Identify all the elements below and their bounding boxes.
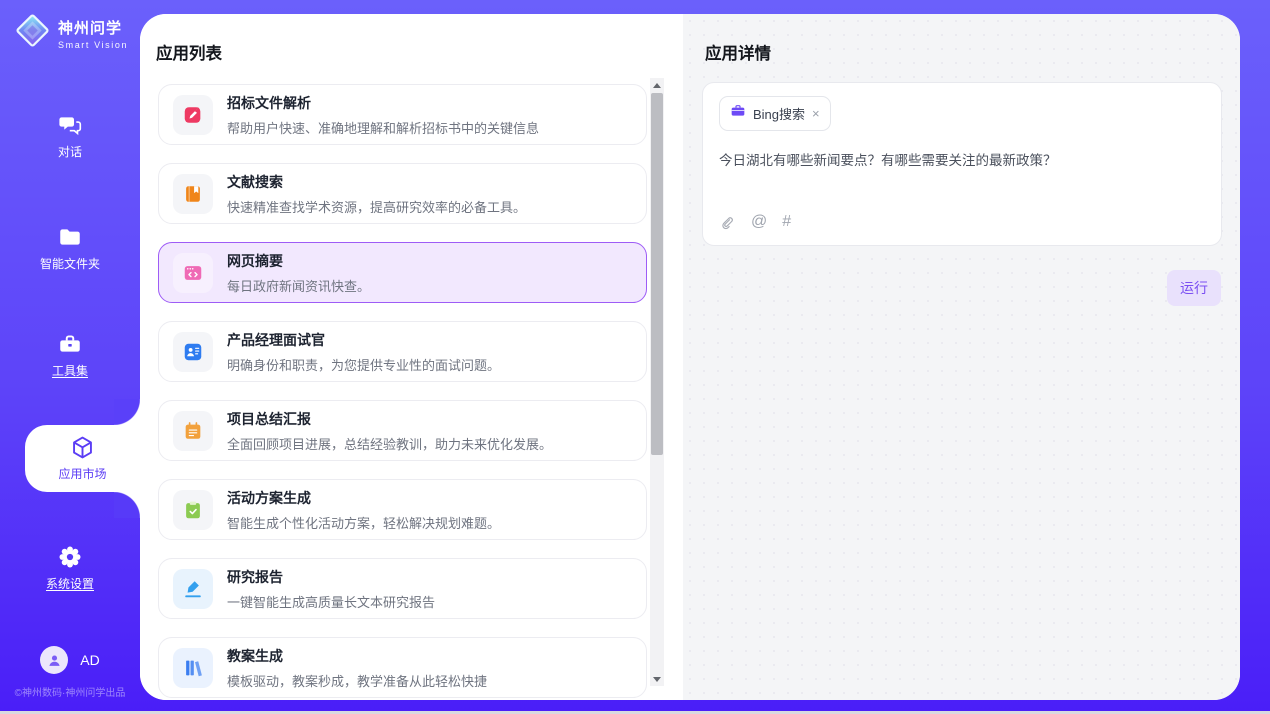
app-desc: 一键智能生成高质量长文本研究报告 xyxy=(227,592,435,611)
brand-name: 神州问学 xyxy=(58,17,128,38)
sidebar-item-label: 系统设置 xyxy=(46,577,94,591)
browser-code-icon xyxy=(173,253,213,293)
app-list-panel: 应用列表 招标文件解析帮助用户快速、准确地理解和解析招标书中的关键信息文献搜索快… xyxy=(140,14,683,700)
interview-icon xyxy=(173,332,213,372)
prompt-card: Bing搜索 × 今日湖北有哪些新闻要点？有哪些需要关注的最新政策？ @ # xyxy=(702,82,1222,246)
app-name: 产品经理面试官 xyxy=(227,330,500,350)
scrollbar-thumb[interactable] xyxy=(651,93,663,455)
app-name: 研究报告 xyxy=(227,567,435,587)
app-card[interactable]: 招标文件解析帮助用户快速、准确地理解和解析招标书中的关键信息 xyxy=(158,84,647,145)
toolbox-icon xyxy=(57,331,83,357)
books-icon xyxy=(173,648,213,688)
avatar xyxy=(40,646,68,674)
app-card[interactable]: 研究报告一键智能生成高质量长文本研究报告 xyxy=(158,558,647,619)
sidebar-item-folder[interactable]: 智能文件夹 xyxy=(0,224,140,273)
pen-ink-icon xyxy=(173,569,213,609)
chat-icon xyxy=(57,112,83,138)
user-icon xyxy=(46,652,63,669)
app-card[interactable]: 活动方案生成智能生成个性化活动方案，轻松解决规划难题。 xyxy=(158,479,647,540)
paperclip-icon[interactable] xyxy=(719,214,736,231)
app-desc: 帮助用户快速、准确地理解和解析招标书中的关键信息 xyxy=(227,118,539,137)
user-row[interactable]: AD xyxy=(0,646,140,674)
brand-logo-icon xyxy=(14,12,51,54)
edit-square-icon xyxy=(173,95,213,135)
app-card[interactable]: 项目总结汇报全面回顾项目进展，总结经验教训，助力未来优化发展。 xyxy=(158,400,647,461)
sidebar-item-label: 智能文件夹 xyxy=(40,257,100,271)
app-name: 活动方案生成 xyxy=(227,488,500,508)
chip-close-icon[interactable]: × xyxy=(812,107,820,120)
gear-icon xyxy=(57,544,83,570)
app-desc: 明确身份和职责，为您提供专业性的面试问题。 xyxy=(227,355,500,374)
notepad-icon xyxy=(173,411,213,451)
tool-chip-label: Bing搜索 xyxy=(753,104,805,123)
user-name: AD xyxy=(80,652,99,668)
app-name: 项目总结汇报 xyxy=(227,409,552,429)
mention-at-icon[interactable]: @ xyxy=(751,213,767,231)
app-desc: 每日政府新闻资讯快查。 xyxy=(227,276,370,295)
prompt-input[interactable]: 今日湖北有哪些新闻要点？有哪些需要关注的最新政策？ xyxy=(719,149,1199,169)
app-name: 文献搜索 xyxy=(227,172,526,192)
composer-toolbar: @ # xyxy=(719,213,791,231)
sidebar: 神州问学 Smart Vision 对话智能文件夹工具集应用市场系统设置 AD … xyxy=(0,0,140,714)
folder-icon xyxy=(57,224,83,250)
app-desc: 全面回顾项目进展，总结经验教训，助力未来优化发展。 xyxy=(227,434,552,453)
sidebar-item-toolbox[interactable]: 工具集 xyxy=(0,331,140,380)
tool-chip-bing-search[interactable]: Bing搜索 × xyxy=(719,96,831,131)
sidebar-item-label: 工具集 xyxy=(52,364,88,378)
clipboard-check-icon xyxy=(173,490,213,530)
hashtag-icon[interactable]: # xyxy=(782,213,791,231)
briefcase-icon xyxy=(730,103,746,124)
scrollbar[interactable] xyxy=(650,78,664,686)
sidebar-item-label: 应用市场 xyxy=(58,467,106,481)
sidebar-item-label: 对话 xyxy=(58,145,82,159)
scroll-up-icon[interactable] xyxy=(650,78,664,92)
content-island: 应用列表 招标文件解析帮助用户快速、准确地理解和解析招标书中的关键信息文献搜索快… xyxy=(140,14,1240,700)
run-button[interactable]: 运行 xyxy=(1167,270,1221,306)
app-card[interactable]: 产品经理面试官明确身份和职责，为您提供专业性的面试问题。 xyxy=(158,321,647,382)
brand-subtitle: Smart Vision xyxy=(58,40,128,50)
app-card[interactable]: 网页摘要每日政府新闻资讯快查。 xyxy=(158,242,647,303)
app-card[interactable]: 文献搜索快速精准查找学术资源，提高研究效率的必备工具。 xyxy=(158,163,647,224)
cube-icon xyxy=(69,434,96,461)
app-detail-title: 应用详情 xyxy=(705,40,771,64)
app-desc: 快速精准查找学术资源，提高研究效率的必备工具。 xyxy=(227,197,526,216)
app-cards-list: 招标文件解析帮助用户快速、准确地理解和解析招标书中的关键信息文献搜索快速精准查找… xyxy=(158,84,647,698)
app-name: 教案生成 xyxy=(227,646,487,666)
app-list-title: 应用列表 xyxy=(156,40,222,64)
book-icon xyxy=(173,174,213,214)
app-name: 招标文件解析 xyxy=(227,93,539,113)
brand: 神州问学 Smart Vision xyxy=(14,12,128,54)
app-desc: 智能生成个性化活动方案，轻松解决规划难题。 xyxy=(227,513,500,532)
scroll-down-icon[interactable] xyxy=(650,672,664,686)
sidebar-item-chat[interactable]: 对话 xyxy=(0,112,140,161)
app-card[interactable]: 教案生成模板驱动，教案秒成，教学准备从此轻松快捷 xyxy=(158,637,647,698)
app-detail-panel: 应用详情 Bing搜索 × 今日湖北有哪些新闻要点？有哪些需要关注的最新政策？ xyxy=(683,14,1240,700)
sidebar-item-gear[interactable]: 系统设置 xyxy=(0,544,140,593)
app-name: 网页摘要 xyxy=(227,251,370,271)
app-desc: 模板驱动，教案秒成，教学准备从此轻松快捷 xyxy=(227,671,487,690)
copyright: ©神州数码·神州问学出品 xyxy=(0,684,140,699)
sidebar-item-cube[interactable]: 应用市场 xyxy=(25,425,140,492)
